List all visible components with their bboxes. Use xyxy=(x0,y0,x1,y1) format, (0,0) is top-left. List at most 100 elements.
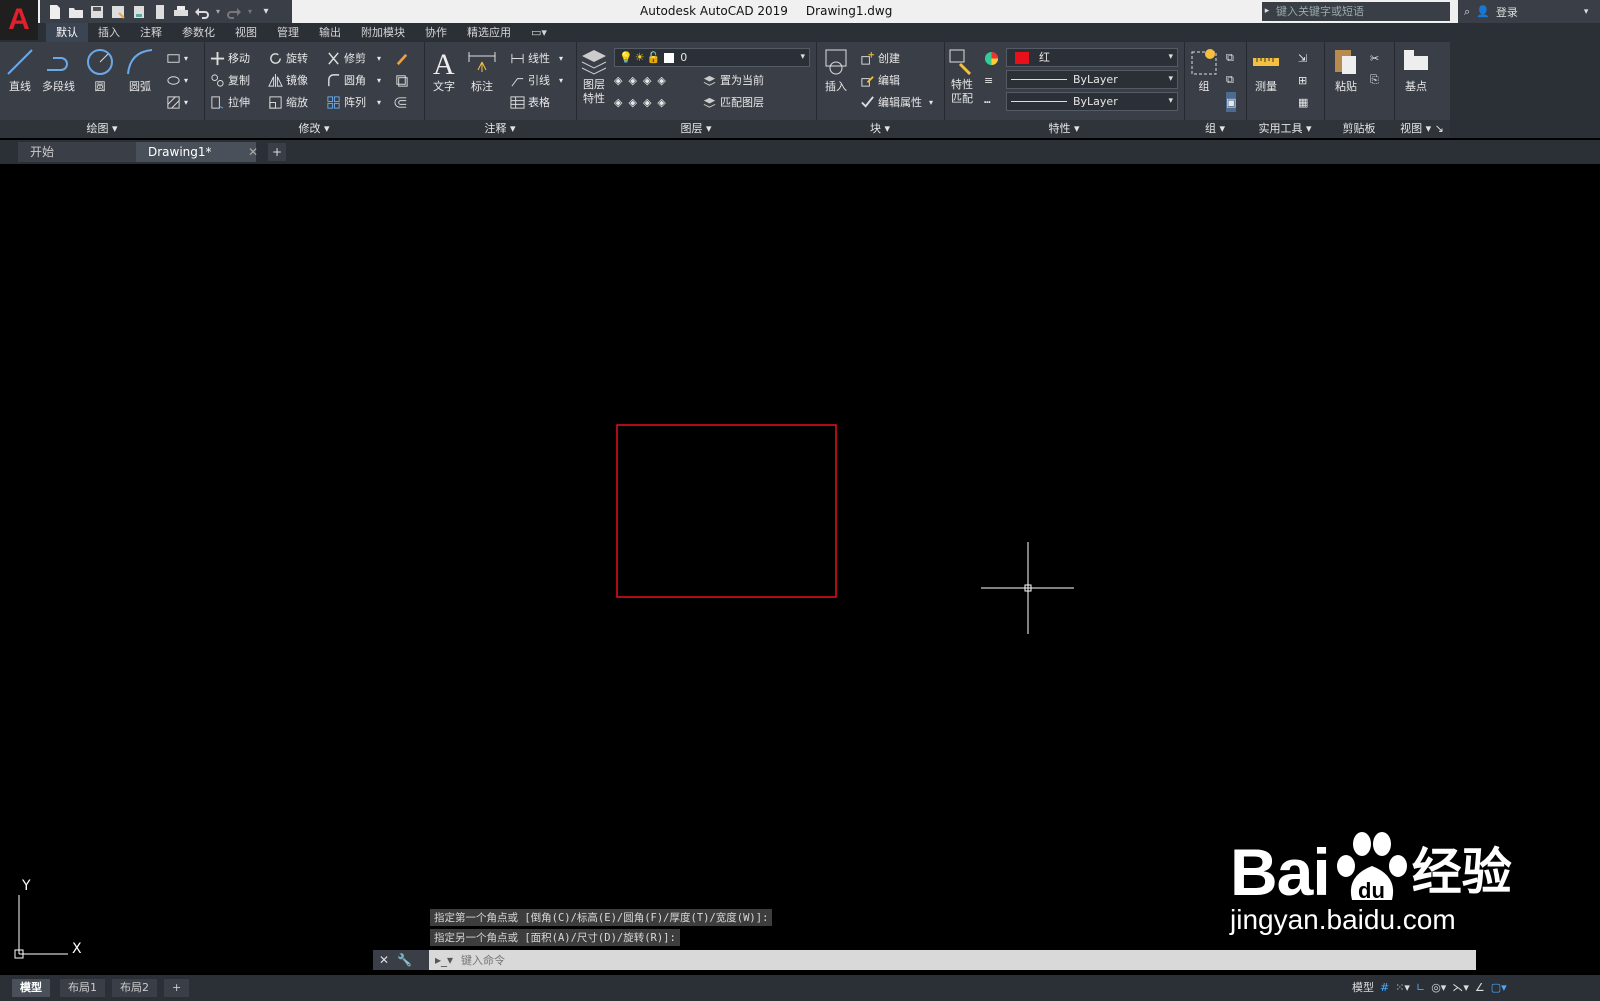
stretch-button[interactable]: 拉伸 xyxy=(210,92,250,112)
paste-button[interactable]: 粘贴 xyxy=(1330,46,1362,94)
copy-clip-icon[interactable]: ⎘ xyxy=(1370,70,1379,90)
panel-view-title[interactable]: 视图 ▾ ↘ xyxy=(1394,120,1450,138)
redo-dropdown-icon[interactable]: ▾ xyxy=(246,3,254,21)
tab-default[interactable]: 默认 xyxy=(46,23,88,42)
move-button[interactable]: 移动 xyxy=(210,48,250,68)
layer-freeze-icon[interactable]: ◈ xyxy=(643,74,651,87)
copy-button[interactable]: 复制 xyxy=(210,70,250,90)
lineweight-dropdown[interactable]: ByLayer ▾ xyxy=(1006,70,1178,89)
undo-dropdown-icon[interactable]: ▾ xyxy=(214,3,222,21)
plot-icon[interactable] xyxy=(151,3,169,21)
object-snap-icon[interactable]: ∠ xyxy=(1475,981,1485,994)
match-layer-button[interactable]: 匹配图层 xyxy=(702,92,764,112)
snap-icon[interactable]: ⁙▾ xyxy=(1395,981,1410,994)
search-expand-icon[interactable]: ▸ xyxy=(1262,2,1272,21)
panel-utilities-title[interactable]: 实用工具 ▾ xyxy=(1246,120,1324,138)
search-input[interactable]: 键入关键字或短语 xyxy=(1272,2,1450,21)
measure-button[interactable]: 测量 xyxy=(1250,46,1282,94)
customize-icon[interactable]: ▾ xyxy=(257,3,275,21)
panel-clipboard-title[interactable]: 剪贴板 xyxy=(1324,120,1394,138)
tab-view[interactable]: 视图 xyxy=(225,23,267,42)
layer-dropdown[interactable]: 💡 ☀ 🔓 0 ▾ xyxy=(614,48,810,67)
login-dropdown-icon[interactable]: ▾ xyxy=(1584,7,1589,17)
binoculars-icon[interactable]: ⌕ xyxy=(1464,5,1470,19)
group-selection-icon[interactable]: ▣ xyxy=(1226,92,1237,112)
tab-featured-apps[interactable]: 精选应用 xyxy=(457,23,521,42)
linetype-icon[interactable]: ┅ xyxy=(984,92,991,112)
offset-button[interactable] xyxy=(394,92,409,112)
panel-groups-title[interactable]: 组 ▾ xyxy=(1184,120,1246,138)
layer-unisolate-icon[interactable]: ◈ xyxy=(628,96,636,109)
table-button[interactable]: 表格 xyxy=(510,92,550,112)
edit-block-button[interactable]: 编辑 xyxy=(860,70,900,90)
panel-layers-title[interactable]: 图层 ▾ xyxy=(576,120,816,138)
add-layout-button[interactable]: + xyxy=(164,979,190,997)
application-menu-button[interactable]: A xyxy=(0,0,38,40)
linetype-dropdown[interactable]: ByLayer ▾ xyxy=(1006,92,1178,111)
close-command-icon[interactable]: ✕ xyxy=(379,953,389,967)
publish-icon[interactable] xyxy=(130,3,148,21)
tab-insert[interactable]: 插入 xyxy=(88,23,130,42)
tab-output[interactable]: 输出 xyxy=(309,23,351,42)
linear-button[interactable]: 线性 ▾ xyxy=(510,48,563,68)
erase-button[interactable] xyxy=(394,48,409,68)
layer-on-icon[interactable]: ◈ xyxy=(614,96,622,109)
polyline-button[interactable]: 多段线 xyxy=(42,46,75,94)
group-edit-icon[interactable]: ⧉ xyxy=(1226,70,1234,90)
undo-icon[interactable] xyxy=(193,3,211,21)
tab-start[interactable]: 开始 xyxy=(18,142,136,162)
array-button[interactable]: 阵列 ▾ xyxy=(326,92,381,112)
model-space-button[interactable]: 模型 xyxy=(1352,979,1374,995)
rectangle-tool[interactable]: ▾ xyxy=(166,48,188,68)
layout-tab-2[interactable]: 布局2 xyxy=(112,979,157,997)
circle-button[interactable]: 圆 xyxy=(84,46,116,94)
layer-lock-icon[interactable]: ◈ xyxy=(657,74,665,87)
layer-off-icon[interactable]: ◈ xyxy=(614,74,622,87)
new-tab-button[interactable]: + xyxy=(268,143,286,161)
fillet-button[interactable]: 圆角 ▾ xyxy=(326,70,381,90)
tab-collaborate[interactable]: 协作 xyxy=(415,23,457,42)
grid-icon[interactable]: # xyxy=(1380,981,1389,994)
layer-unlock-icon[interactable]: ◈ xyxy=(657,96,665,109)
create-block-button[interactable]: 创建 xyxy=(860,48,900,68)
redo-icon[interactable] xyxy=(225,3,243,21)
hatch-tool[interactable]: ▾ xyxy=(166,92,188,112)
lineweight-icon[interactable]: ≡ xyxy=(984,70,993,90)
text-button[interactable]: A 文字 xyxy=(428,46,460,94)
cut-icon[interactable]: ✂ xyxy=(1370,48,1379,68)
color-dropdown[interactable]: 红 ▾ xyxy=(1006,48,1178,67)
tab-annotate[interactable]: 注释 xyxy=(130,23,172,42)
match-properties-button[interactable]: 特性匹配 xyxy=(946,46,978,106)
group-button[interactable]: 组 xyxy=(1188,46,1220,94)
arc-button[interactable]: 圆弧 xyxy=(124,46,156,94)
user-icon[interactable]: 👤 xyxy=(1476,5,1490,18)
polar-icon[interactable]: ◎▾ xyxy=(1431,981,1446,994)
layer-properties-button[interactable]: 图层特性 xyxy=(578,46,610,106)
explode-button[interactable] xyxy=(394,70,409,90)
scale-button[interactable]: 缩放 xyxy=(268,92,308,112)
isodraft-icon[interactable]: ⋋▾ xyxy=(1452,981,1469,994)
close-tab-icon[interactable]: ✕ xyxy=(236,142,258,162)
new-icon[interactable] xyxy=(46,3,64,21)
open-icon[interactable] xyxy=(67,3,85,21)
save-icon[interactable] xyxy=(88,3,106,21)
quick-select-icon[interactable]: ⇲ xyxy=(1298,48,1307,68)
ellipse-tool[interactable]: ▾ xyxy=(166,70,188,90)
panel-properties-title[interactable]: 特性 ▾ xyxy=(944,120,1184,138)
print-icon[interactable] xyxy=(172,3,190,21)
mirror-button[interactable]: 镜像 xyxy=(268,70,308,90)
tab-manage[interactable]: 管理 xyxy=(267,23,309,42)
login-button[interactable]: 登录 xyxy=(1496,4,1518,20)
customize-wrench-icon[interactable]: 🔧 xyxy=(397,953,412,967)
layout-tab-model[interactable]: 模型 xyxy=(12,979,50,997)
base-view-button[interactable]: 基点 xyxy=(1400,46,1432,94)
select-all-icon[interactable]: ⊞ xyxy=(1298,70,1307,90)
layer-thaw-icon[interactable]: ◈ xyxy=(643,96,651,109)
color-wheel-icon[interactable] xyxy=(984,48,999,68)
panel-annotation-title[interactable]: 注释 ▾ xyxy=(424,120,576,138)
trim-button[interactable]: 修剪 ▾ xyxy=(326,48,381,68)
set-current-button[interactable]: 置为当前 xyxy=(702,70,764,90)
calculator-icon[interactable]: ▦ xyxy=(1298,92,1308,112)
layer-isolate-icon[interactable]: ◈ xyxy=(628,74,636,87)
dimension-button[interactable]: 标注 xyxy=(466,46,498,94)
